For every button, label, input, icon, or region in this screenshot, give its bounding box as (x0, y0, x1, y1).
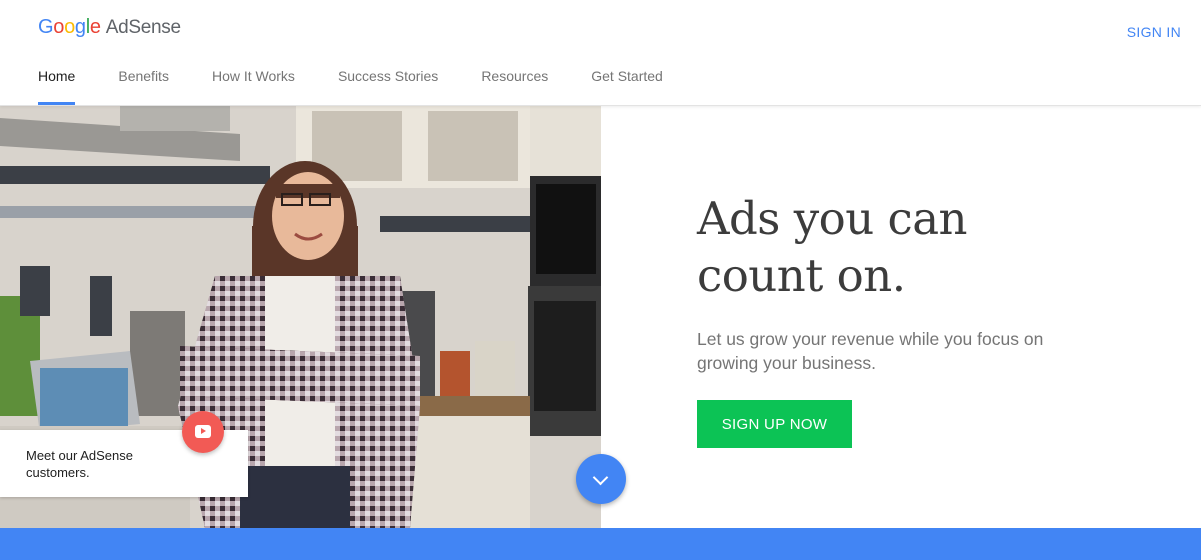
site-header: Google AdSense SIGN IN Home Benefits How … (0, 0, 1201, 106)
hero-headline: Ads you can count on. (697, 190, 1117, 304)
google-wordmark: Google (38, 16, 101, 38)
play-video-button[interactable] (182, 411, 224, 453)
main-nav: Home Benefits How It Works Success Stori… (38, 68, 706, 105)
nav-how-it-works[interactable]: How It Works (212, 68, 295, 105)
sign-up-now-button[interactable]: SIGN UP NOW (697, 400, 852, 448)
youtube-play-icon (195, 425, 211, 438)
blue-section-band (0, 528, 1201, 560)
headline-line-2: count on. (697, 249, 906, 302)
chevron-down-icon (592, 469, 609, 486)
meet-customers-text: Meet our AdSense customers. (26, 448, 133, 480)
headline-line-1: Ads you can (697, 192, 968, 245)
nav-resources[interactable]: Resources (481, 68, 548, 105)
nav-benefits[interactable]: Benefits (118, 68, 169, 105)
nav-home[interactable]: Home (38, 68, 76, 105)
nav-success-stories[interactable]: Success Stories (338, 68, 438, 105)
nav-get-started[interactable]: Get Started (591, 68, 663, 105)
product-name: AdSense (105, 17, 181, 38)
sign-in-link[interactable]: SIGN IN (1127, 24, 1181, 40)
adsense-logo[interactable]: Google AdSense (38, 16, 181, 39)
page: Google AdSense SIGN IN Home Benefits How … (0, 0, 1201, 560)
scroll-down-button[interactable] (576, 454, 626, 504)
hero-subheading: Let us grow your revenue while you focus… (697, 329, 1044, 373)
